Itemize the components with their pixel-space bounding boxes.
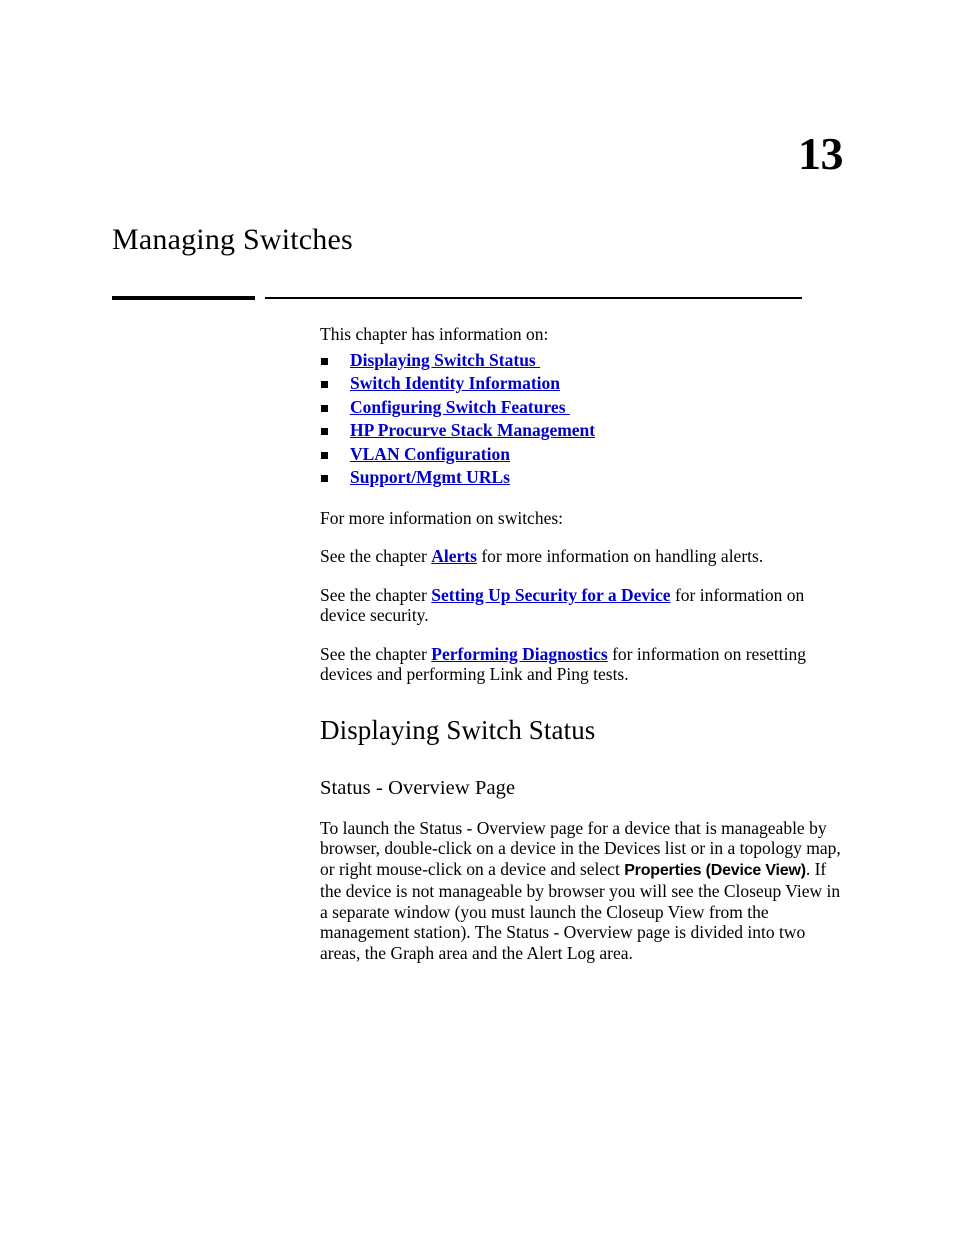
link-hp-procurve-stack-management[interactable]: HP Procurve Stack Management xyxy=(350,420,595,440)
list-item[interactable]: Switch Identity Information xyxy=(320,372,844,396)
cross-reference-prefix: See the chapter xyxy=(320,546,432,566)
cross-reference-diagnostics: See the chapter Performing Diagnostics f… xyxy=(320,644,844,685)
link-vlan-configuration[interactable]: VLAN Configuration xyxy=(350,444,510,464)
more-info-lead-text: For more information on switches: xyxy=(320,507,564,528)
body-column: This chapter has information on: Display… xyxy=(320,324,844,963)
list-item[interactable]: Configuring Switch Features xyxy=(320,396,844,420)
chapter-contents-list: Displaying Switch Status Switch Identity… xyxy=(320,349,844,490)
link-support-mgmt-urls[interactable]: Support/Mgmt URLs xyxy=(350,467,510,487)
square-bullet-icon xyxy=(321,404,328,412)
section-heading-1-wrapper: Displaying Switch Status xyxy=(320,714,844,746)
cross-reference-suffix: for more information on handling alerts. xyxy=(476,546,764,566)
link-setting-up-security-for-a-device[interactable]: Setting Up Security for a Device xyxy=(431,585,670,605)
link-alerts[interactable]: Alerts xyxy=(431,546,477,566)
page-title: Managing Switches xyxy=(112,223,353,256)
section-heading-status-overview-page: Status - Overview Page xyxy=(320,776,516,799)
intro-lead-text: This chapter has information on: xyxy=(320,324,549,344)
square-bullet-icon xyxy=(321,475,328,482)
list-item[interactable]: Support/Mgmt URLs xyxy=(320,466,844,490)
square-bullet-icon xyxy=(321,381,328,388)
list-item[interactable]: Displaying Switch Status xyxy=(320,349,844,373)
overview-paragraph: To launch the Status - Overview page for… xyxy=(320,818,844,964)
cross-reference-prefix: See the chapter xyxy=(320,584,432,605)
section-heading-displaying-switch-status: Displaying Switch Status xyxy=(320,714,596,745)
header-rule-left xyxy=(112,296,255,300)
header-rule-right xyxy=(265,297,802,299)
square-bullet-icon xyxy=(321,428,328,435)
cross-reference-alerts: See the chapter Alerts for more informat… xyxy=(320,546,844,567)
ui-menu-label-properties-device-view: Properties (Device View) xyxy=(624,861,806,879)
chapter-number: 13 xyxy=(798,128,844,179)
cross-reference-prefix: See the chapter xyxy=(320,643,432,664)
link-switch-identity-information[interactable]: Switch Identity Information xyxy=(350,373,560,393)
link-performing-diagnostics[interactable]: Performing Diagnostics xyxy=(431,644,607,664)
list-item[interactable]: HP Procurve Stack Management xyxy=(320,419,844,443)
square-bullet-icon xyxy=(321,451,328,459)
square-bullet-icon xyxy=(321,357,328,365)
link-configuring-switch-features[interactable]: Configuring Switch Features xyxy=(350,397,570,417)
cross-reference-security: See the chapter Setting Up Security for … xyxy=(320,585,844,626)
link-displaying-switch-status[interactable]: Displaying Switch Status xyxy=(350,350,540,370)
list-item[interactable]: VLAN Configuration xyxy=(320,443,844,467)
section-heading-2-wrapper: Status - Overview Page xyxy=(320,776,844,801)
document-page: 13 Managing Switches This chapter has in… xyxy=(0,0,954,1235)
